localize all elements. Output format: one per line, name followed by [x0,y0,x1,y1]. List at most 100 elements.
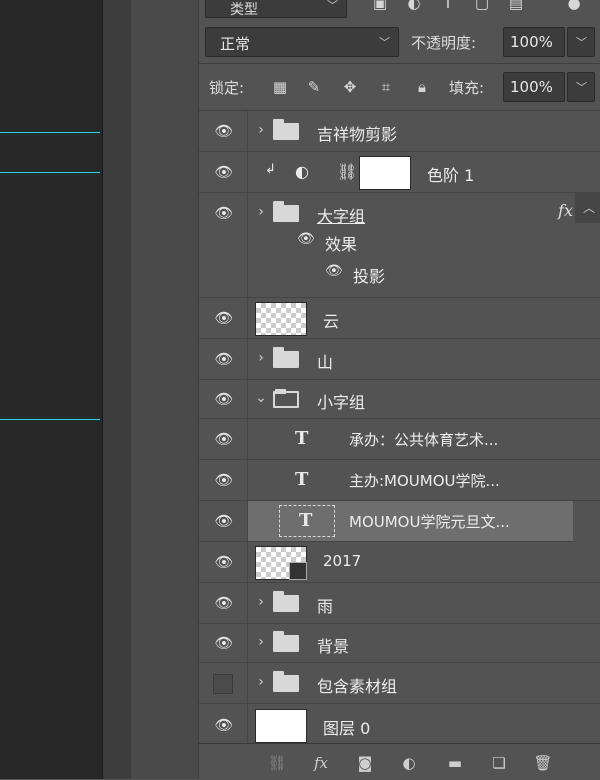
eye-icon[interactable]: 👁︎ [213,123,235,139]
layer-name: 包含素材组 [317,677,398,696]
layer-row[interactable]: 👁︎ 2017 [199,542,600,583]
layer-name: 图层 0 [323,719,371,738]
layer-name: 小字组 [317,393,366,412]
visibility-column: 👁︎ [199,298,248,338]
chevron-down-icon: ﹀ [576,36,587,49]
layer-row[interactable]: 👁︎ T 主办:MOUMOU学院... [199,460,600,501]
eye-icon[interactable]: 👁︎ [213,205,235,221]
visibility-column: 👁︎ [199,624,248,662]
trash-icon[interactable]: 🗑︎ [533,754,553,772]
opacity-dropdown[interactable]: ﹀ [567,27,595,57]
panel-gutter [130,0,199,779]
fill-dropdown[interactable]: ﹀ [567,72,595,102]
divider [199,63,600,64]
lock-all-icon[interactable]: 🔒︎ [413,78,431,96]
eye-icon[interactable]: 👁︎ [325,263,343,279]
filter-toggle-icon[interactable]: ● [565,0,583,12]
filter-shape-icon[interactable]: ▢ [473,0,491,12]
document-canvas[interactable] [0,0,102,779]
link-icon[interactable]: ⛓︎ [337,162,357,181]
filter-pixel-icon[interactable]: ▣ [371,0,389,12]
layer-row[interactable]: › 包含素材组 [199,663,600,704]
layer-row[interactable]: 👁︎ › 背景 [199,624,600,663]
text-layer-icon: T [295,469,309,490]
layers-list: 👁︎ › 吉祥物剪影 👁︎ ↲ ◐ ⛓︎ 色阶 1 👁︎ › 大字组 fx ︿ … [199,111,600,747]
layer-row[interactable]: 👁︎ T 承办：公共体育艺术... [199,419,600,460]
fill-input[interactable]: 100% [503,72,565,102]
eye-icon[interactable]: 👁︎ [213,310,235,326]
blend-mode-value: 正常 [220,35,251,53]
opacity-input[interactable]: 100% [503,27,565,57]
fx-icon[interactable]: fx [558,201,573,220]
text-layer-icon: T [299,510,313,531]
eye-icon[interactable]: 👁︎ [213,717,235,733]
drop-shadow-row[interactable]: 👁︎ 投影 [247,261,577,291]
eye-icon[interactable]: 👁︎ [213,391,235,407]
eye-icon[interactable]: 👁︎ [213,472,235,488]
filter-row: 类型 ﹀ ▣ ◐ T ▢ ▤ ● [199,0,600,22]
layer-row[interactable]: 👁︎ 图层 0 [199,704,600,747]
eye-icon[interactable]: 👁︎ [213,554,235,570]
kind-filter-select[interactable]: 类型 ﹀ [205,0,347,18]
chevron-right-icon[interactable]: › [255,634,267,650]
chevron-right-icon[interactable]: › [255,350,267,366]
eye-icon[interactable]: 👁︎ [213,164,235,180]
layer-thumbnail [255,302,307,336]
effects-row[interactable]: 👁︎ 效果 [247,229,577,259]
layer-thumbnail [255,709,307,743]
new-layer-icon[interactable]: ❏ [489,754,509,772]
eye-icon[interactable]: 👁︎ [297,231,315,247]
eye-icon[interactable]: 👁︎ [213,595,235,611]
chevron-down-icon[interactable]: ⌄ [255,390,267,406]
link-icon[interactable]: ⛓︎ [267,754,287,772]
layer-row[interactable]: 👁︎ › 雨 [199,583,600,624]
lock-row: 锁定: ▦ ✎ ✥ ⌗ 🔒︎ 填充: 100% ﹀ [199,66,600,106]
clip-arrow-icon: ↲ [265,162,276,177]
chevron-right-icon[interactable]: › [255,122,267,138]
mask-thumbnail[interactable] [359,156,411,190]
eye-icon[interactable]: 👁︎ [213,431,235,447]
scrollbar[interactable]: ︿ [575,193,600,223]
layer-name: 雨 [317,597,334,616]
layer-row[interactable]: 👁︎ › 吉祥物剪影 [199,111,600,152]
layer-row-selected[interactable]: 👁︎ T MOUMOU学院元旦文... [199,501,573,542]
layer-row[interactable]: 👁︎ ⌄ 小字组 [199,380,600,419]
folder-open-icon [273,389,299,408]
lock-move-icon[interactable]: ✥ [341,78,359,96]
chevron-right-icon[interactable]: › [255,674,267,690]
lock-transparent-icon[interactable]: ▦ [271,78,289,96]
fx-icon[interactable]: fx [311,754,331,772]
filter-text-icon[interactable]: T [439,0,457,12]
chevron-right-icon[interactable]: › [255,204,267,220]
fill-value: 100% [510,78,553,96]
chevron-right-icon[interactable]: › [255,594,267,610]
new-group-icon[interactable]: ▬ [445,754,465,772]
layer-row[interactable]: 👁︎ 云 [199,298,600,339]
chevron-up-icon[interactable]: ︿ [583,199,595,216]
drop-shadow-label: 投影 [353,267,386,286]
canvas-scrollbar[interactable] [102,0,131,779]
folder-icon [273,591,299,612]
lock-artboard-icon[interactable]: ⌗ [377,78,395,96]
lock-paint-brush-icon[interactable]: ✎ [305,78,323,96]
text-layer-icon: T [295,428,309,449]
mask-icon[interactable]: ◙ [355,754,375,772]
eye-icon[interactable]: 👁︎ [213,513,235,529]
filter-smart-icon[interactable]: ▤ [507,0,525,12]
layers-bottom-toolbar: ⛓︎ fx ◙ ◐ ▬ ❏ 🗑︎ [199,743,600,780]
blend-mode-select[interactable]: 正常 ﹀ [205,27,399,57]
adjustment-icon[interactable]: ◐ [399,754,419,772]
folder-icon [273,201,299,222]
eye-icon[interactable]: 👁︎ [213,635,235,651]
visibility-column: 👁︎ [199,419,248,459]
visibility-column: 👁︎ [199,542,248,582]
layer-row[interactable]: 👁︎ › 山 [199,339,600,380]
lock-label: 锁定: [209,79,245,97]
visibility-off-box[interactable] [213,674,233,694]
layer-row-expanded[interactable]: 👁︎ › 大字组 fx ︿ 👁︎ 效果 👁︎ 投影 [199,193,600,298]
eye-icon[interactable]: 👁︎ [213,351,235,367]
filter-adjust-icon[interactable]: ◐ [405,0,423,12]
visibility-column: 👁︎ [199,380,248,418]
layer-row[interactable]: 👁︎ ↲ ◐ ⛓︎ 色阶 1 [199,152,600,193]
folder-icon [273,347,299,368]
